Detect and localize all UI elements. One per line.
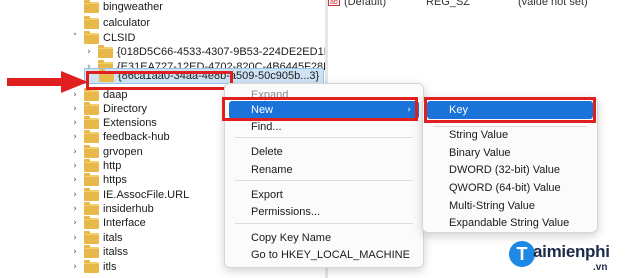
folder-icon bbox=[84, 101, 99, 115]
menu-item-binary-value[interactable]: Binary Value bbox=[427, 144, 593, 162]
menu-item-label: Expandable String Value bbox=[449, 217, 570, 229]
menu-item-expandable-string-value[interactable]: Expandable String Value bbox=[427, 214, 593, 232]
menu-item-label: Find... bbox=[251, 121, 282, 133]
svg-text:ab: ab bbox=[330, 0, 338, 6]
value-type: REG_SZ bbox=[426, 0, 471, 8]
tree-item-label: {018D5C66-4533-4307-9B53-224DE2ED1FE6} bbox=[117, 46, 348, 58]
folder-icon bbox=[84, 244, 99, 258]
chevron-right-icon[interactable]: › bbox=[70, 233, 80, 243]
menu-item-label: Export bbox=[251, 189, 283, 201]
menu-separator bbox=[235, 223, 413, 224]
chevron-right-icon[interactable]: › bbox=[70, 175, 80, 185]
tree-item-label: https bbox=[103, 174, 127, 186]
folder-icon bbox=[84, 129, 99, 143]
chevron-right-icon[interactable]: › bbox=[70, 262, 80, 272]
watermark-letter: T bbox=[509, 241, 535, 267]
tree-item[interactable]: › feedback-hub bbox=[70, 129, 170, 145]
folder-icon bbox=[84, 15, 99, 29]
tree-item[interactable]: calculator bbox=[70, 15, 150, 31]
tree-item-label: http bbox=[103, 160, 122, 172]
folder-icon bbox=[84, 187, 99, 201]
tree-item-label: feedback-hub bbox=[103, 131, 170, 143]
tree-item-label: Extensions bbox=[103, 117, 157, 129]
chevron-right-icon[interactable]: › bbox=[70, 218, 80, 228]
folder-icon bbox=[84, 215, 99, 229]
chevron-right-icon[interactable]: › bbox=[70, 161, 80, 171]
value-icon: ab bbox=[328, 0, 340, 9]
menu-item-string-value[interactable]: String Value bbox=[427, 126, 593, 144]
key-item-highlight-box bbox=[424, 97, 596, 123]
tree-item-label: daap bbox=[103, 89, 128, 101]
chevron-right-icon[interactable]: › bbox=[70, 190, 80, 200]
menu-item-permissions[interactable]: Permissions... bbox=[229, 203, 419, 221]
menu-item-export[interactable]: Export bbox=[229, 186, 419, 204]
tree-item-label: Interface bbox=[103, 217, 146, 229]
folder-icon bbox=[84, 0, 99, 13]
menu-item-label: DWORD (32-bit) Value bbox=[449, 164, 561, 176]
menu-item-label: Permissions... bbox=[251, 206, 321, 218]
menu-item-label: Multi-String Value bbox=[449, 200, 535, 212]
folder-icon bbox=[84, 30, 99, 44]
menu-item-go-to-hkey-local-machine[interactable]: Go to HKEY_LOCAL_MACHINE bbox=[229, 246, 419, 264]
menu-item-label: QWORD (64-bit) Value bbox=[449, 182, 561, 194]
folder-icon bbox=[84, 144, 99, 158]
chevron-right-icon[interactable]: › bbox=[70, 247, 80, 257]
chevron-right-icon[interactable]: › bbox=[70, 147, 80, 157]
menu-item-label: Delete bbox=[251, 146, 283, 158]
tree-item[interactable]: bingweather bbox=[70, 0, 163, 15]
tree-item-label: IE.AssocFile.URL bbox=[103, 189, 190, 201]
chevron-right-icon[interactable]: › bbox=[70, 104, 80, 114]
folder-icon bbox=[84, 115, 99, 129]
selected-key-highlight-box bbox=[86, 71, 233, 90]
menu-separator bbox=[235, 137, 413, 138]
tree-item-label: itals bbox=[103, 232, 123, 244]
tree-item-label: insiderhub bbox=[103, 203, 154, 215]
tree-item[interactable]: › {018D5C66-4533-4307-9B53-224DE2ED1FE6} bbox=[84, 44, 348, 60]
menu-item-multi-string-value[interactable]: Multi-String Value bbox=[427, 197, 593, 215]
menu-item-dword-32-bit-value[interactable]: DWORD (32-bit) Value bbox=[427, 161, 593, 179]
chevron-down-icon[interactable]: ˅ bbox=[70, 33, 80, 43]
menu-item-qword-64-bit-value[interactable]: QWORD (64-bit) Value bbox=[427, 179, 593, 197]
folder-icon bbox=[84, 259, 99, 273]
folder-icon bbox=[84, 158, 99, 172]
menu-separator bbox=[235, 180, 413, 181]
watermark-logo: T aimienphi .vn bbox=[505, 236, 630, 278]
watermark-suffix: .vn bbox=[593, 262, 608, 273]
chevron-right-icon[interactable]: › bbox=[70, 118, 80, 128]
tree-item-label: calculator bbox=[103, 17, 151, 29]
folder-icon bbox=[98, 44, 113, 58]
tree-item[interactable]: › itls bbox=[70, 259, 116, 275]
menu-item-label: String Value bbox=[449, 129, 509, 141]
folder-icon bbox=[84, 230, 99, 244]
red-arrow-annotation bbox=[7, 71, 88, 93]
tree-item[interactable]: › https bbox=[70, 172, 127, 188]
new-item-highlight-box bbox=[222, 97, 418, 121]
tree-item-label: Directory bbox=[103, 103, 148, 115]
watermark-text: aimienphi bbox=[533, 242, 610, 261]
tree-item[interactable]: › Interface bbox=[70, 215, 146, 231]
tree-item-label: itls bbox=[103, 261, 117, 273]
chevron-right-icon[interactable]: › bbox=[70, 204, 80, 214]
value-data: (value not set) bbox=[518, 0, 588, 8]
tree-item[interactable]: › italss bbox=[70, 244, 128, 260]
tree-item-label: CLSID bbox=[103, 32, 136, 44]
chevron-right-icon[interactable]: › bbox=[70, 132, 80, 142]
menu-item-copy-key-name[interactable]: Copy Key Name bbox=[229, 229, 419, 247]
tree-item-label: bingweather bbox=[103, 1, 163, 13]
tree-item-label: grvopen bbox=[103, 146, 143, 158]
menu-item-label: Go to HKEY_LOCAL_MACHINE bbox=[251, 249, 410, 261]
folder-icon bbox=[84, 201, 99, 215]
value-name: (Default) bbox=[344, 0, 387, 8]
menu-item-label: Rename bbox=[251, 164, 293, 176]
menu-item-label: Copy Key Name bbox=[251, 232, 332, 244]
tree-item-label: italss bbox=[103, 246, 129, 258]
chevron-right-icon[interactable]: › bbox=[84, 47, 94, 57]
menu-item-rename[interactable]: Rename bbox=[229, 161, 419, 179]
menu-item-label: Binary Value bbox=[449, 147, 511, 159]
folder-icon bbox=[84, 172, 99, 186]
menu-item-delete[interactable]: Delete bbox=[229, 143, 419, 161]
